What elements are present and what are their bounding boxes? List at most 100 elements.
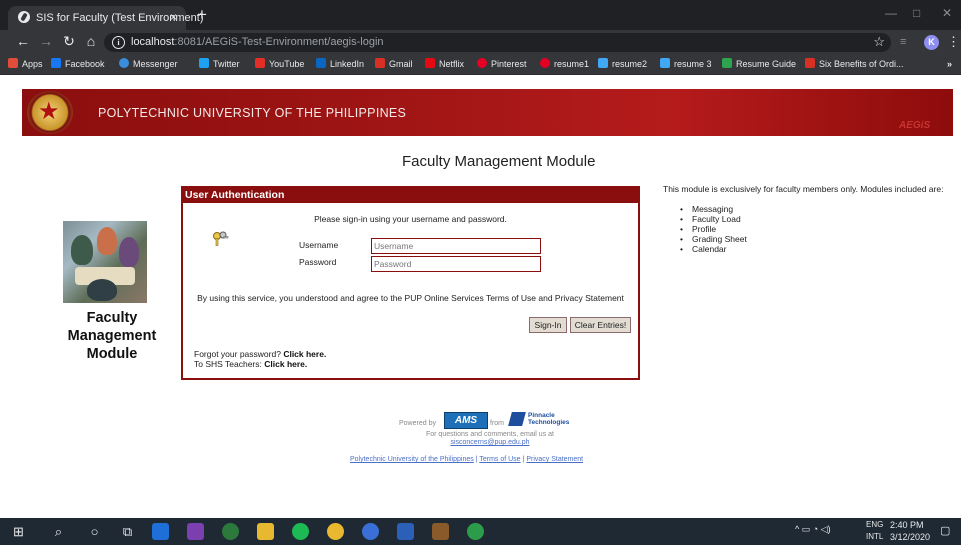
signin-button[interactable]: Sign-In bbox=[529, 317, 567, 333]
list-item: Calendar bbox=[680, 244, 747, 254]
faculty-meeting-illustration bbox=[63, 221, 147, 303]
bookmark-item[interactable]: Resume Guide bbox=[722, 57, 796, 72]
close-window-icon[interactable]: ✕ bbox=[942, 6, 952, 20]
footer-links: Polytechnic University of the Philippine… bbox=[350, 456, 583, 463]
privacy-statement-link[interactable]: Privacy Statement bbox=[526, 456, 583, 463]
user-authentication-panel: User Authentication Please sign-in using… bbox=[181, 186, 640, 380]
password-label: Password bbox=[299, 257, 337, 267]
bookmark-item[interactable]: resume2 bbox=[598, 57, 647, 72]
list-item: Faculty Load bbox=[680, 214, 747, 224]
word-icon[interactable] bbox=[397, 523, 414, 540]
onenote-icon[interactable] bbox=[187, 523, 204, 540]
seal-star-icon: ★ bbox=[38, 98, 60, 125]
address-bar[interactable]: i localhost:8081/AEGiS-Test-Environment/… bbox=[104, 33, 891, 52]
footer-separator: | bbox=[522, 456, 525, 463]
bookmark-label: resume2 bbox=[612, 59, 648, 69]
linkedin-icon bbox=[316, 58, 326, 68]
terms-of-use-link[interactable]: Terms of Use bbox=[479, 456, 520, 463]
chrome-icon[interactable] bbox=[327, 523, 344, 540]
bookmark-star-icon[interactable]: ☆ bbox=[873, 34, 885, 50]
file-explorer-icon[interactable] bbox=[257, 523, 274, 540]
footer-separator: | bbox=[475, 456, 478, 463]
pen-icon bbox=[598, 58, 608, 68]
task-view-icon[interactable]: ⧉ bbox=[119, 523, 136, 540]
home-icon[interactable]: ⌂ bbox=[82, 33, 100, 49]
cortana-icon[interactable]: ○ bbox=[86, 523, 103, 540]
outlook-icon[interactable] bbox=[152, 523, 169, 540]
module-description: This module is exclusively for faculty m… bbox=[663, 184, 944, 194]
minimize-icon[interactable]: — bbox=[885, 6, 897, 20]
bookmark-item[interactable]: Pinterest bbox=[477, 57, 527, 72]
password-input[interactable] bbox=[371, 256, 541, 272]
list-item: Messaging bbox=[680, 204, 747, 214]
reload-icon[interactable]: ↻ bbox=[60, 33, 78, 50]
notification-icon[interactable]: ▢ bbox=[940, 524, 950, 537]
forgot-password-text: Forgot your password? bbox=[194, 349, 281, 359]
powered-by-text: Powered by bbox=[399, 420, 436, 427]
bookmark-label: Gmail bbox=[389, 59, 413, 69]
bookmarks-bar: Apps Facebook Messenger Twitter YouTube … bbox=[0, 55, 961, 75]
pup-link[interactable]: Polytechnic University of the Philippine… bbox=[350, 456, 474, 463]
site-info-icon[interactable]: i bbox=[112, 36, 125, 49]
media-icon[interactable] bbox=[362, 523, 379, 540]
profile-avatar[interactable]: K bbox=[924, 35, 939, 50]
tab-title: SIS for Faculty (Test Environment) bbox=[36, 12, 204, 24]
input-language[interactable]: ENG INTL bbox=[866, 519, 883, 543]
bookmark-item[interactable]: Gmail bbox=[375, 57, 413, 72]
module-label-line: Management bbox=[67, 328, 157, 344]
bookmark-item[interactable]: resume1 bbox=[540, 57, 589, 72]
bookmark-item[interactable]: Netflix bbox=[425, 57, 464, 72]
bookmark-item[interactable]: Six Benefits of Ordi... bbox=[805, 57, 904, 72]
clear-entries-button[interactable]: Clear Entries! bbox=[570, 317, 631, 333]
username-label: Username bbox=[299, 240, 339, 250]
help-links: Forgot your password? Click here. To SHS… bbox=[194, 349, 326, 369]
maximize-icon[interactable]: □ bbox=[913, 6, 920, 20]
system-tray[interactable]: ^ ▭ ◔ ◁) bbox=[795, 524, 831, 535]
windows-start-icon[interactable]: ⊞ bbox=[10, 523, 27, 540]
keys-icon bbox=[213, 231, 229, 246]
game-icon[interactable] bbox=[432, 523, 449, 540]
bookmark-item[interactable]: Facebook bbox=[51, 57, 105, 72]
support-email-link[interactable]: sisconcerns@pup.edu.ph bbox=[400, 439, 580, 446]
clock-time: 2:40 PM bbox=[890, 520, 924, 530]
back-icon[interactable]: ← bbox=[14, 33, 32, 49]
bookmark-item[interactable]: Messenger bbox=[119, 57, 178, 72]
pup-seal-logo: ★ bbox=[27, 91, 73, 134]
browser-tab[interactable]: SIS for Faculty (Test Environment) × bbox=[8, 6, 204, 30]
search-icon[interactable]: ⌕ bbox=[50, 523, 67, 540]
bookmark-label: resume1 bbox=[554, 59, 590, 69]
gmail-icon bbox=[375, 58, 385, 68]
forgot-password-link[interactable]: Click here. bbox=[283, 349, 326, 359]
extension-icon[interactable]: ≡ bbox=[900, 36, 914, 48]
bookmark-item[interactable]: Twitter bbox=[199, 57, 240, 72]
tab-close-icon[interactable]: × bbox=[170, 10, 177, 24]
module-label-line: Module bbox=[86, 346, 138, 362]
module-label-line: Faculty bbox=[86, 310, 138, 326]
tab-favicon-icon bbox=[18, 11, 30, 23]
app-icon[interactable] bbox=[222, 523, 239, 540]
menu-kebab-icon[interactable]: ⋮ bbox=[947, 34, 960, 50]
article-icon bbox=[805, 58, 815, 68]
username-input[interactable] bbox=[371, 238, 541, 254]
bookmark-item[interactable]: YouTube bbox=[255, 57, 304, 72]
pinterest-icon bbox=[477, 58, 487, 68]
list-item: Profile bbox=[680, 224, 747, 234]
youtube-icon bbox=[255, 58, 265, 68]
new-tab-button[interactable]: + bbox=[192, 5, 212, 25]
bookmark-item[interactable]: Apps bbox=[8, 57, 43, 72]
url-path: :8081/AEGiS-Test-Environment/aegis-login bbox=[174, 36, 384, 48]
forward-icon[interactable]: → bbox=[37, 33, 55, 49]
pinterest-icon bbox=[540, 58, 550, 68]
shs-teachers-link[interactable]: Click here. bbox=[264, 359, 307, 369]
signin-instruction: Please sign-in using your username and p… bbox=[314, 214, 507, 224]
banner-title: POLYTECHNIC UNIVERSITY OF THE PHILIPPINE… bbox=[98, 106, 407, 120]
url-host: localhost bbox=[131, 36, 175, 48]
illustration-figure bbox=[71, 235, 93, 265]
bookmark-item[interactable]: LinkedIn bbox=[316, 57, 364, 72]
bookmark-item[interactable]: resume 3 bbox=[660, 57, 712, 72]
app-icon[interactable] bbox=[467, 523, 484, 540]
bookmark-label: LinkedIn bbox=[330, 59, 365, 69]
spotify-icon[interactable] bbox=[292, 523, 309, 540]
bookmarks-overflow-icon[interactable]: » bbox=[947, 57, 952, 72]
taskbar-clock[interactable]: 2:40 PM 3/12/2020 bbox=[890, 519, 930, 543]
